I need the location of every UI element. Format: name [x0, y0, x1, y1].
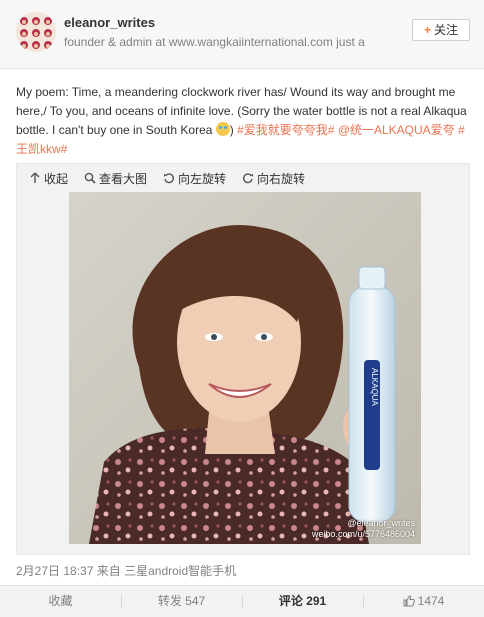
rotate-left-label: 向左旋转	[178, 171, 227, 186]
like-button[interactable]: 1474	[363, 586, 484, 617]
favorite-label: 收藏	[48, 594, 73, 608]
source-prefix: 来自	[96, 564, 121, 578]
mention-link[interactable]: @统一ALKAQUA爱夸	[338, 123, 455, 137]
view-large-button[interactable]: 查看大图	[84, 170, 147, 186]
user-description: founder & admin at www.wangkaiinternatio…	[64, 35, 365, 49]
post-photo[interactable]: ALKAQUA @eleanor_writes weibo.com/u/5776…	[69, 192, 421, 544]
post-time[interactable]: 2月27日 18:37	[16, 564, 93, 578]
post-text: My poem: Time, a meandering clockwork ri…	[16, 85, 467, 156]
like-count: 1474	[417, 594, 445, 608]
favorite-button[interactable]: 收藏	[0, 586, 121, 617]
action-bar: 收藏 转发 547 评论 291 1474	[0, 585, 484, 617]
repost-label: 转发 547	[157, 594, 206, 608]
follow-button[interactable]: + 关注	[412, 19, 470, 41]
repost-button[interactable]: 转发 547	[121, 586, 242, 617]
rotate-left-icon	[163, 173, 175, 184]
post-header: eleanor_writes founder & admin at www.wa…	[0, 0, 484, 69]
rotate-right-icon	[243, 173, 254, 184]
bottle-label: ALKAQUA	[370, 368, 379, 406]
crying-emoji-icon	[215, 122, 230, 136]
plus-icon: +	[423, 23, 431, 37]
comment-button[interactable]: 评论 291	[242, 586, 363, 617]
follow-label: 关注	[434, 23, 459, 37]
post-source[interactable]: 三星android智能手机	[124, 564, 236, 578]
avatar[interactable]	[16, 12, 56, 52]
avatar-pattern	[16, 12, 56, 52]
magnifier-icon	[84, 172, 96, 184]
collapse-icon	[30, 172, 40, 183]
rotate-left-button[interactable]: 向左旋转	[163, 170, 226, 186]
media-box: 收起 查看大图 向左旋转 向右旋转 ALKAQUA @eleanor_write…	[16, 163, 470, 555]
collapse-label: 收起	[44, 171, 69, 186]
watermark-url: weibo.com/u/5776486004	[311, 529, 415, 539]
thumbs-up-icon	[403, 595, 415, 607]
weibo-post-card: eleanor_writes founder & admin at www.wa…	[0, 0, 484, 617]
username[interactable]: eleanor_writes	[64, 15, 155, 30]
view-large-label: 查看大图	[99, 171, 148, 186]
selfie-image: ALKAQUA	[69, 192, 421, 544]
hashtag-link[interactable]: #爱我就要夸夸我#	[237, 123, 334, 137]
comment-label: 评论 291	[278, 594, 327, 608]
rotate-right-label: 向右旋转	[257, 171, 306, 186]
collapse-button[interactable]: 收起	[29, 170, 68, 186]
media-toolbar: 收起 查看大图 向左旋转 向右旋转	[29, 170, 305, 186]
watermark-user: @eleanor_writes	[347, 518, 415, 528]
post-meta: 2月27日 18:37 来自 三星android智能手机	[16, 562, 236, 579]
image-watermark: @eleanor_writes weibo.com/u/5776486004	[312, 518, 415, 540]
rotate-right-button[interactable]: 向右旋转	[242, 170, 305, 186]
